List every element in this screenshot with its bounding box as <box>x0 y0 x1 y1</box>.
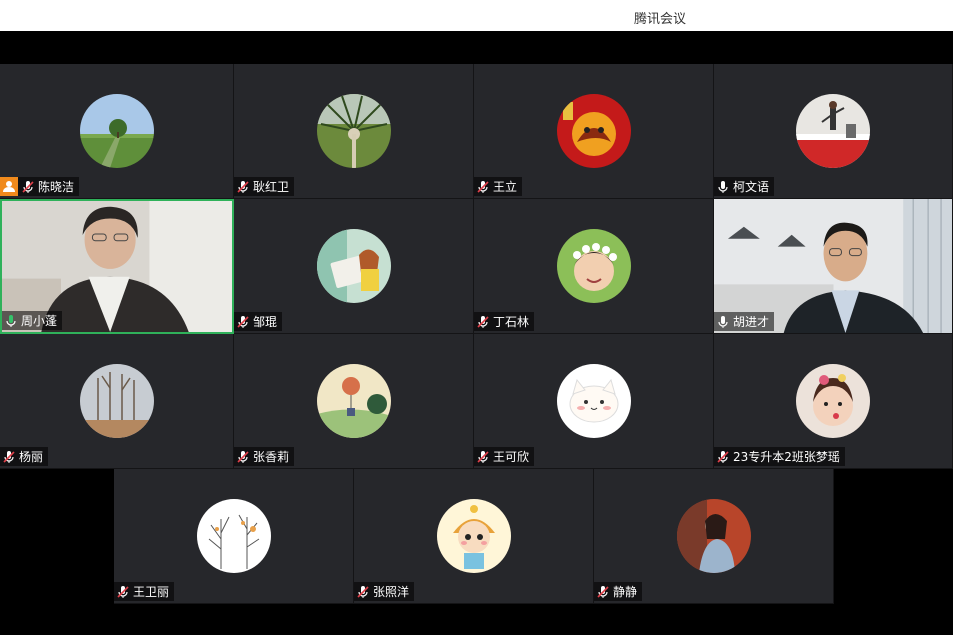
mic-muted-icon[interactable] <box>117 585 129 599</box>
avatar <box>79 364 154 438</box>
participant-tile-active-speaker[interactable]: 周小蓬 <box>0 199 234 334</box>
avatar <box>316 94 391 168</box>
participant-name: 杨丽 <box>19 450 44 464</box>
mic-speaking-icon[interactable] <box>5 314 17 328</box>
participant-name: 邹琨 <box>253 315 278 329</box>
participant-name: 耿红卫 <box>253 180 290 194</box>
participant-tile[interactable]: 邹琨 <box>234 199 474 334</box>
participant-namebar: 胡进才 <box>714 312 775 331</box>
participant-tile[interactable]: 杨丽 <box>0 334 234 469</box>
avatar <box>796 364 870 438</box>
participant-namebar: 王立 <box>474 177 523 196</box>
avatar <box>196 499 271 573</box>
participant-namebar: 丁石林 <box>474 312 535 331</box>
participant-namebar: 耿红卫 <box>234 177 295 196</box>
avatar <box>556 229 631 303</box>
participant-tile[interactable]: 王可欣 <box>474 334 714 469</box>
participant-namebar: 陈晓洁 <box>0 177 80 196</box>
participant-name: 张照洋 <box>373 585 410 599</box>
participant-tile[interactable]: 王立 <box>474 64 714 199</box>
mic-muted-icon[interactable] <box>717 450 729 464</box>
mic-muted-icon[interactable] <box>597 585 609 599</box>
participant-tile[interactable]: 陈晓洁 <box>0 64 234 199</box>
mic-muted-icon[interactable] <box>237 180 249 194</box>
mic-icon[interactable] <box>717 315 729 329</box>
participant-namebar: 王可欣 <box>474 447 535 466</box>
avatar <box>676 499 751 573</box>
mic-muted-icon[interactable] <box>237 315 249 329</box>
participant-tile[interactable]: 丁石林 <box>474 199 714 334</box>
avatar <box>556 94 631 168</box>
mic-muted-icon[interactable] <box>477 180 489 194</box>
mic-muted-icon[interactable] <box>357 585 369 599</box>
mic-icon[interactable] <box>717 180 729 194</box>
avatar <box>796 94 870 168</box>
avatar <box>436 499 511 573</box>
participant-namebar: 邹琨 <box>234 312 283 331</box>
participant-namebar: 周小蓬 <box>2 311 63 330</box>
mic-muted-icon[interactable] <box>237 450 249 464</box>
participant-name: 王可欣 <box>493 450 530 464</box>
participant-tile[interactable]: 静静 <box>594 469 834 604</box>
participant-name: 陈晓洁 <box>38 180 75 194</box>
participant-name: 静静 <box>613 585 638 599</box>
mic-muted-icon[interactable] <box>477 450 489 464</box>
mic-muted-icon[interactable] <box>477 315 489 329</box>
participant-tile[interactable]: 耿红卫 <box>234 64 474 199</box>
mic-muted-icon[interactable] <box>3 450 15 464</box>
participant-tile[interactable]: 王卫丽 <box>114 469 354 604</box>
mic-muted-icon[interactable] <box>22 180 34 194</box>
avatar <box>79 94 154 168</box>
participant-tile[interactable]: 柯文语 <box>714 64 953 199</box>
participant-name: 胡进才 <box>733 315 770 329</box>
participant-tile[interactable]: 胡进才 <box>714 199 953 334</box>
participant-namebar: 23专升本2班张梦瑶 <box>714 447 845 466</box>
participant-name: 丁石林 <box>493 315 530 329</box>
avatar <box>316 364 391 438</box>
participant-tile[interactable]: 23专升本2班张梦瑶 <box>714 334 953 469</box>
avatar <box>556 364 631 438</box>
participant-tile[interactable]: 张香莉 <box>234 334 474 469</box>
participant-name: 周小蓬 <box>21 314 58 328</box>
participant-namebar: 静静 <box>594 582 643 601</box>
host-badge-icon <box>0 177 18 196</box>
participant-namebar: 王卫丽 <box>114 582 175 601</box>
participant-name: 张香莉 <box>253 450 290 464</box>
avatar <box>316 229 391 303</box>
participant-namebar: 张香莉 <box>234 447 295 466</box>
participant-grid: 陈晓洁 耿红卫 王立 柯文语 周小蓬 邹琨 丁石林 胡进才 杨丽 张香莉 王可欣… <box>0 0 953 635</box>
participant-name: 王立 <box>493 180 518 194</box>
participant-namebar: 张照洋 <box>354 582 415 601</box>
participant-tile[interactable]: 张照洋 <box>354 469 594 604</box>
participant-name: 王卫丽 <box>133 585 170 599</box>
participant-name: 柯文语 <box>733 180 770 194</box>
participant-namebar: 柯文语 <box>714 177 775 196</box>
participant-name: 23专升本2班张梦瑶 <box>733 450 840 464</box>
participant-namebar: 杨丽 <box>0 447 49 466</box>
